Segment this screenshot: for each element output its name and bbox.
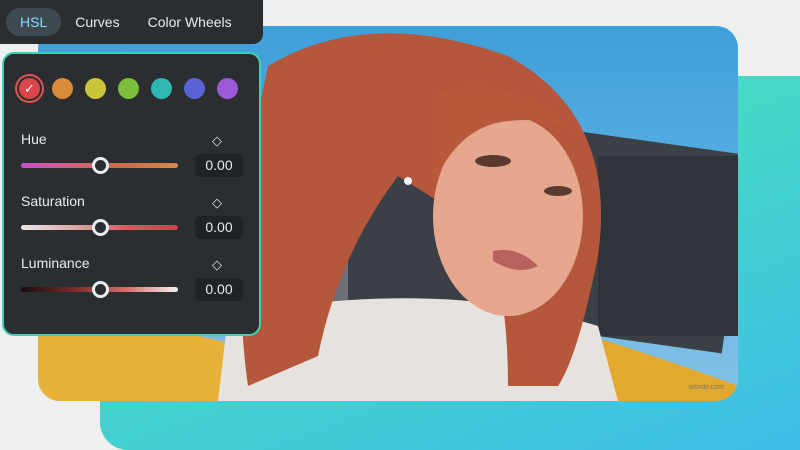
hue-slider-track[interactable]	[21, 157, 178, 174]
hue-value-field[interactable]: 0.00	[195, 154, 243, 177]
watermark: wsxdn.com	[688, 384, 724, 391]
tab-color-wheels[interactable]: Color Wheels	[134, 8, 246, 36]
swatch-purple[interactable]	[217, 78, 238, 99]
eye-right	[544, 186, 572, 196]
earring	[404, 177, 412, 185]
hue-label: Hue	[21, 131, 47, 147]
saturation-label: Saturation	[21, 193, 85, 209]
tab-hsl[interactable]: HSL	[6, 8, 62, 36]
saturation-slider-knob[interactable]	[91, 219, 109, 236]
hsl-panel: ✓ Hue ◇ 0.00 Saturation ◇ 0.00 Luminance…	[2, 52, 261, 336]
saturation-keyframe-icon[interactable]: ◇	[212, 195, 222, 211]
eye-left	[475, 155, 511, 167]
swatch-yellow[interactable]	[85, 78, 106, 99]
luminance-slider-knob[interactable]	[91, 281, 109, 298]
luminance-keyframe-icon[interactable]: ◇	[212, 257, 222, 273]
hue-slider-knob[interactable]	[91, 157, 109, 174]
swatch-aqua[interactable]	[151, 78, 172, 99]
swatch-red[interactable]: ✓	[19, 78, 40, 99]
tab-curves[interactable]: Curves	[61, 8, 133, 36]
check-icon: ✓	[24, 81, 35, 96]
saturation-slider-track[interactable]	[21, 219, 178, 236]
hue-keyframe-icon[interactable]: ◇	[212, 133, 222, 149]
luminance-label: Luminance	[21, 255, 90, 271]
saturation-value-field[interactable]: 0.00	[195, 216, 243, 239]
luminance-slider-track[interactable]	[21, 281, 178, 298]
luminance-value-field[interactable]: 0.00	[195, 278, 243, 301]
swatch-orange[interactable]	[52, 78, 73, 99]
swatch-green[interactable]	[118, 78, 139, 99]
swatch-blue[interactable]	[184, 78, 205, 99]
background-wall	[598, 156, 738, 336]
color-swatch-row: ✓	[19, 78, 238, 99]
adjustment-tabs: HSL Curves Color Wheels	[0, 0, 263, 44]
